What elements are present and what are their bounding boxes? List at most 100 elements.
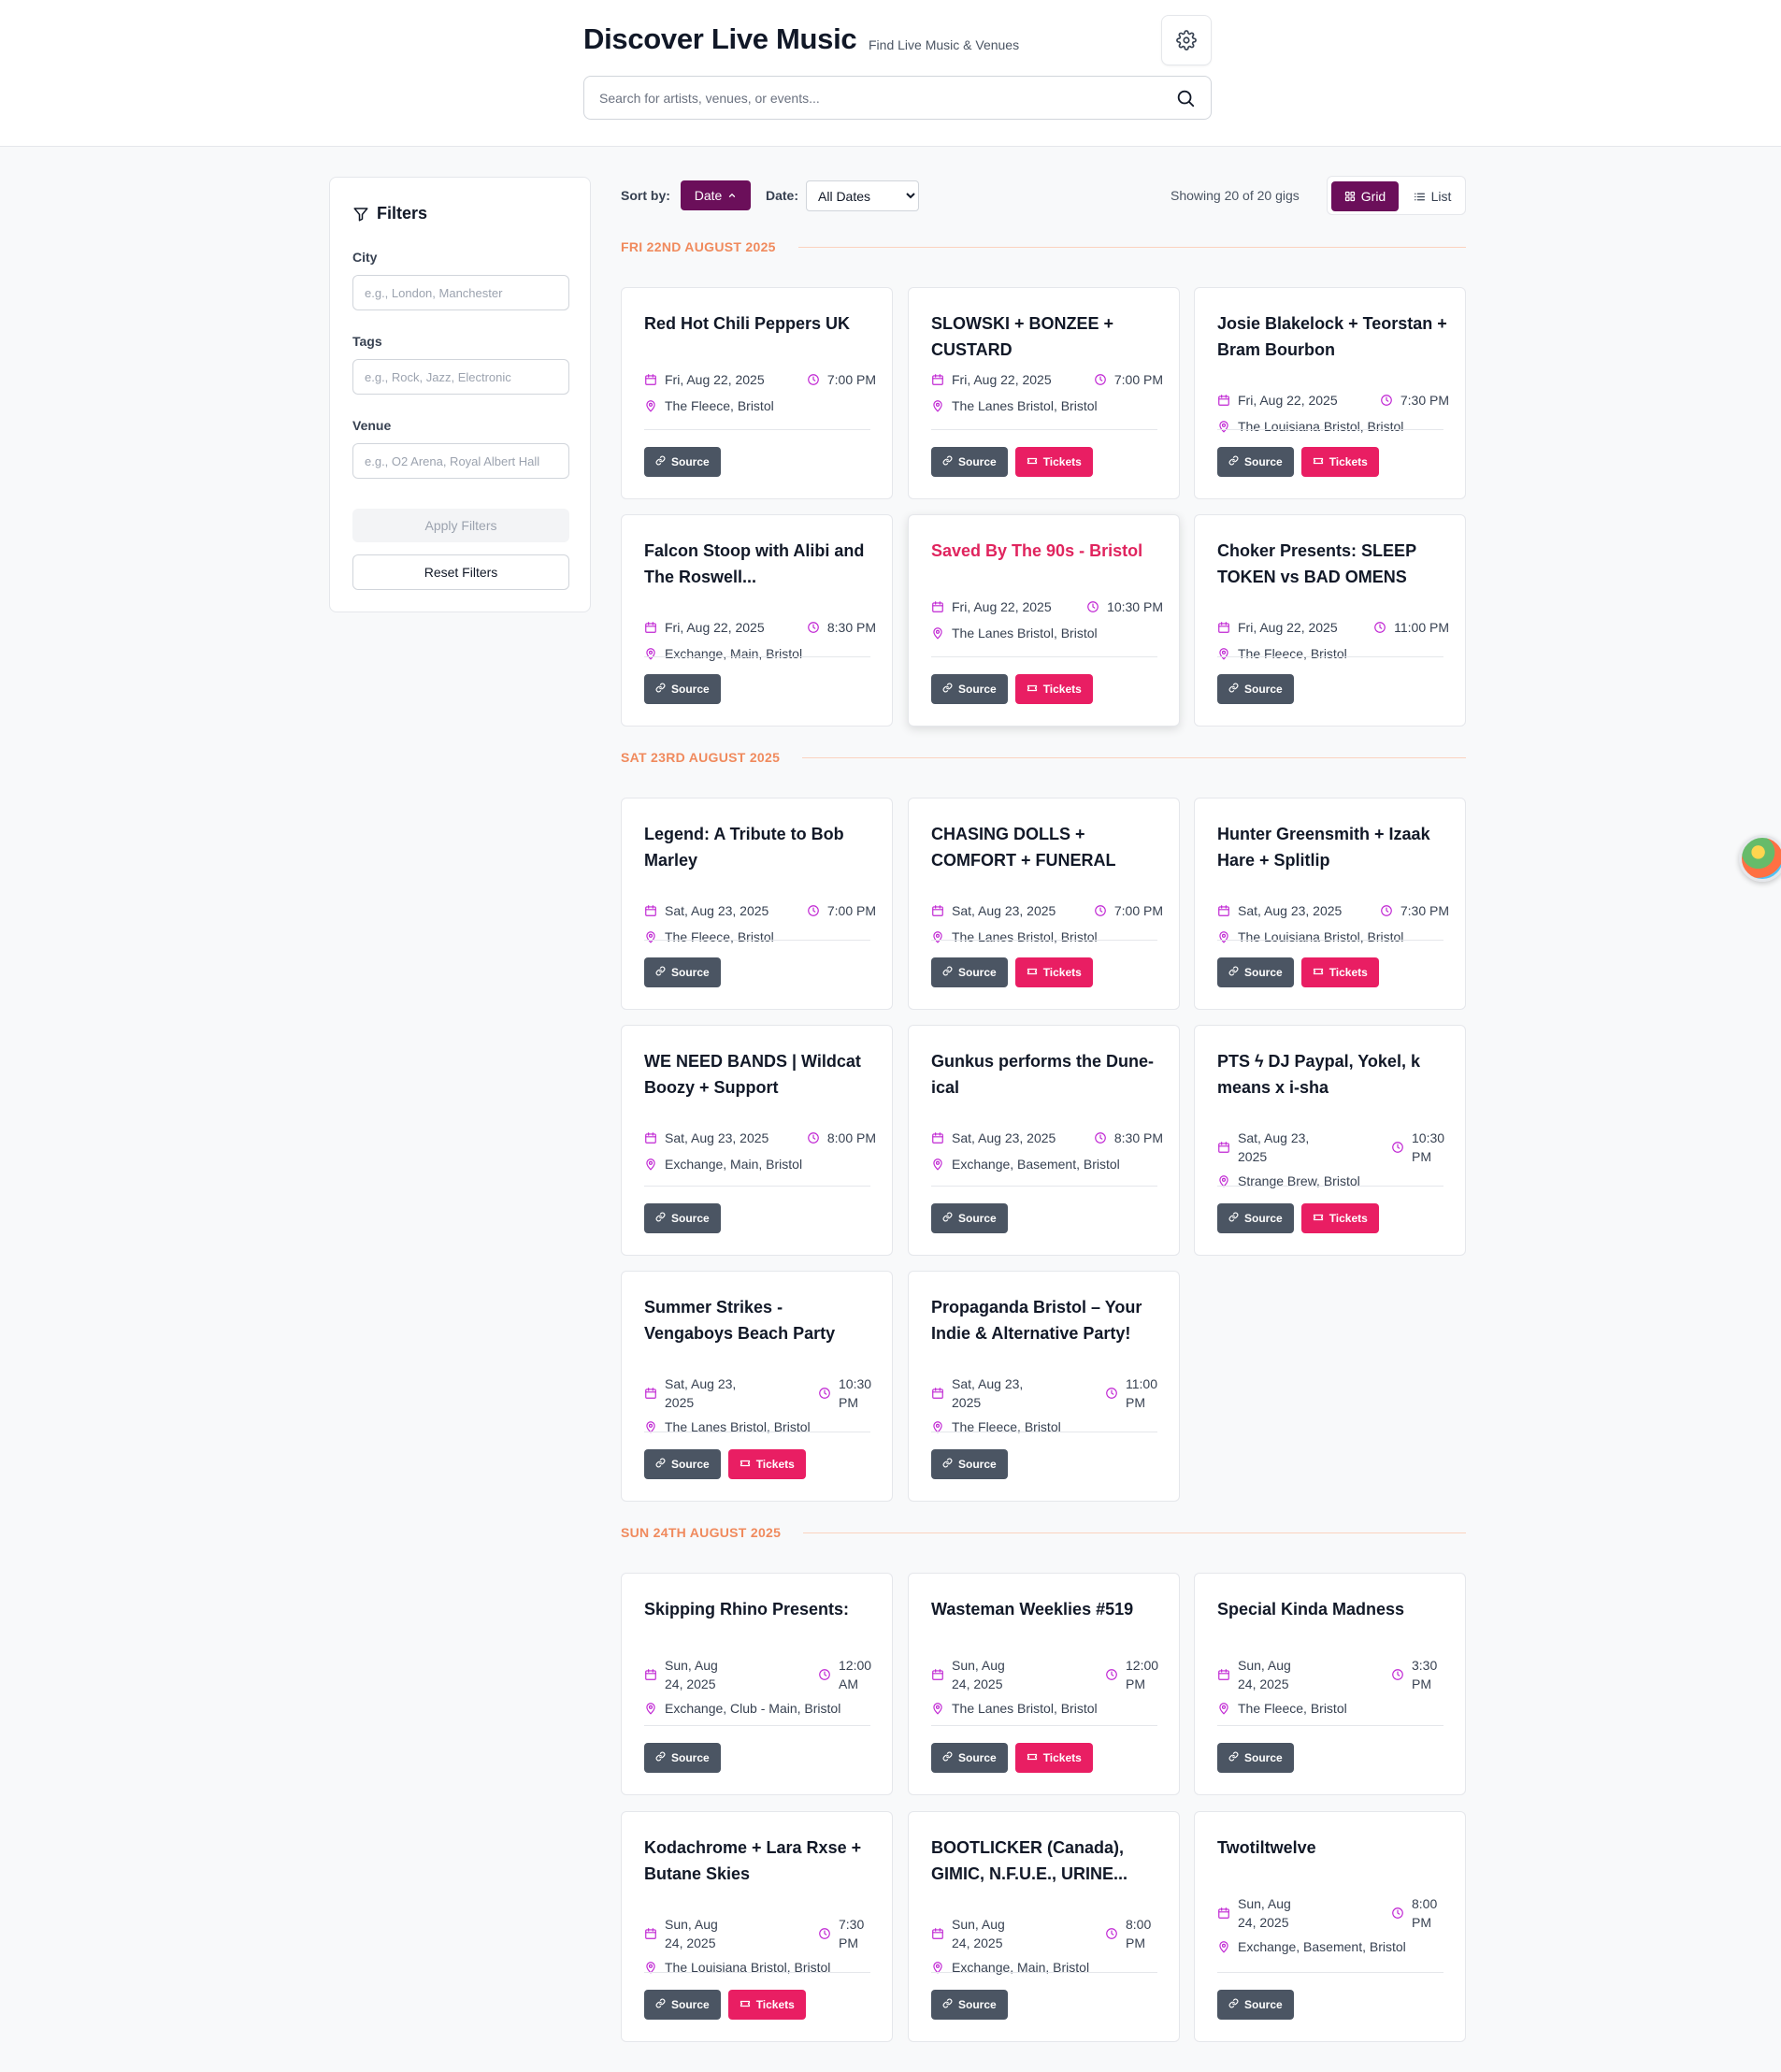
link-icon [942, 1751, 953, 1764]
venue-input[interactable] [352, 443, 569, 479]
gig-card[interactable]: BOOTLICKER (Canada), GIMIC, N.F.U.E., UR… [908, 1811, 1180, 2042]
apply-filters-button[interactable]: Apply Filters [352, 509, 569, 542]
search-input[interactable] [599, 77, 1160, 119]
gig-time: 10:30 PM [1412, 1130, 1445, 1164]
calendar-icon [1217, 1141, 1230, 1154]
gig-card[interactable]: Choker Presents: SLEEP TOKEN vs BAD OMEN… [1194, 514, 1466, 727]
calendar-icon [931, 1927, 944, 1940]
gig-title[interactable]: Special Kinda Madness [1217, 1596, 1449, 1622]
source-button[interactable]: Source [644, 957, 721, 987]
source-button[interactable]: Source [644, 1203, 721, 1233]
settings-button[interactable] [1161, 15, 1212, 65]
gig-card[interactable]: Kodachrome + Lara Rxse + Butane Skies Sun… [621, 1811, 893, 2042]
source-button[interactable]: Source [644, 1449, 721, 1479]
tickets-button[interactable]: Tickets [1014, 674, 1093, 704]
gig-title[interactable]: Red Hot Chili Peppers UK [644, 310, 876, 337]
source-button[interactable]: Source [1217, 674, 1294, 704]
source-button[interactable]: Source [931, 1449, 1008, 1479]
source-button[interactable]: Source [644, 674, 721, 704]
gig-title[interactable]: Wasteman Weeklies #519 [931, 1596, 1163, 1622]
gig-title[interactable]: Choker Presents: SLEEP TOKEN vs BAD OMEN… [1217, 538, 1449, 590]
source-button[interactable]: Source [931, 1743, 1008, 1773]
gig-title[interactable]: Hunter Greensmith + Izaak Hare + Splitli… [1217, 821, 1449, 873]
source-button[interactable]: Source [644, 447, 721, 477]
gig-title[interactable]: Twotiltwelve [1217, 1835, 1449, 1861]
source-button[interactable]: Source [931, 674, 1008, 704]
source-button[interactable]: Source [1217, 447, 1294, 477]
gig-title[interactable]: SLOWSKI + BONZEE + CUSTARD [931, 310, 1163, 363]
tickets-button[interactable]: Tickets [1300, 447, 1379, 477]
source-button[interactable]: Source [1217, 1743, 1294, 1773]
link-icon [655, 1212, 666, 1225]
gig-card[interactable]: Red Hot Chili Peppers UK Fri, Aug 22, 202… [621, 287, 893, 499]
gig-title[interactable]: PTS ϟ DJ Paypal, Yokel, k means x i-sha [1217, 1048, 1449, 1101]
card-actions: Source [1217, 1990, 1294, 2020]
gig-card[interactable]: Legend: A Tribute to Bob Marley Sat, Aug … [621, 798, 893, 1010]
source-button[interactable]: Source [1217, 957, 1294, 987]
gig-title[interactable]: BOOTLICKER (Canada), GIMIC, N.F.U.E., UR… [931, 1835, 1163, 1887]
gig-title[interactable]: Legend: A Tribute to Bob Marley [644, 821, 876, 873]
gig-venue: The Lanes Bristol, Bristol [952, 1701, 1098, 1716]
source-button[interactable]: Source [931, 447, 1008, 477]
gig-card[interactable]: Summer Strikes - Vengaboys Beach Party Sa… [621, 1271, 893, 1502]
tickets-button[interactable]: Tickets [1014, 447, 1093, 477]
gig-title[interactable]: Falcon Stoop with Alibi and The Roswell.… [644, 538, 876, 590]
tickets-button[interactable]: Tickets [1014, 957, 1093, 987]
link-icon [655, 683, 666, 696]
source-button[interactable]: Source [644, 1743, 721, 1773]
tickets-button[interactable]: Tickets [1300, 1203, 1379, 1233]
gig-title[interactable]: CHASING DOLLS + COMFORT + FUNERAL [931, 821, 1163, 873]
city-input[interactable] [352, 275, 569, 310]
source-button[interactable]: Source [931, 957, 1008, 987]
gig-datetime-row: Fri, Aug 22, 2025 7:00 PM [644, 370, 876, 389]
tickets-button[interactable]: Tickets [727, 1990, 806, 2020]
source-button[interactable]: Source [1217, 1203, 1294, 1233]
gig-title[interactable]: Propaganda Bristol – Your Indie & Altern… [931, 1294, 1163, 1346]
gig-title[interactable]: Saved By The 90s - Bristol [931, 538, 1163, 564]
gig-card[interactable]: Wasteman Weeklies #519 Sun, Aug 24, 2025 1… [908, 1573, 1180, 1795]
search-icon[interactable] [1175, 88, 1196, 108]
gig-date: Sun, Aug 24, 2025 [1238, 1896, 1291, 1930]
grid-view-button[interactable]: Grid [1331, 181, 1399, 211]
gig-venue-row: Exchange, Club - Main, Bristol [644, 1699, 876, 1718]
gig-card[interactable]: Propaganda Bristol – Your Indie & Altern… [908, 1271, 1180, 1502]
gig-card[interactable]: Twotiltwelve Sun, Aug 24, 2025 8:00 PM Exch… [1194, 1811, 1466, 2042]
gig-card[interactable]: Gunkus performs the Dune-ical Sat, Aug 23… [908, 1025, 1180, 1256]
gig-title[interactable]: Kodachrome + Lara Rxse + Butane Skies [644, 1835, 876, 1887]
source-button[interactable]: Source [931, 1990, 1008, 2020]
gig-card[interactable]: Josie Blakelock + Teorstan + Bram Bourbo… [1194, 287, 1466, 499]
date-filter-select[interactable]: All Dates [806, 180, 919, 211]
clock-icon [1391, 1141, 1404, 1154]
gig-card[interactable]: WE NEED BANDS | Wildcat Boozy + Support S… [621, 1025, 893, 1256]
gig-card[interactable]: PTS ϟ DJ Paypal, Yokel, k means x i-sha S… [1194, 1025, 1466, 1256]
gig-time: 8:30 PM [826, 620, 876, 635]
gig-title[interactable]: Josie Blakelock + Teorstan + Bram Bourbo… [1217, 310, 1449, 363]
gig-card[interactable]: Hunter Greensmith + Izaak Hare + Splitli… [1194, 798, 1466, 1010]
tickets-button[interactable]: Tickets [1300, 957, 1379, 987]
gig-card[interactable]: Skipping Rhino Presents: Sun, Aug 24, 202… [621, 1573, 893, 1795]
reset-filters-button[interactable]: Reset Filters [352, 554, 569, 590]
gig-venue: The Fleece, Bristol [952, 1419, 1061, 1434]
tickets-button[interactable]: Tickets [1014, 1743, 1093, 1773]
list-view-button[interactable]: List [1402, 181, 1462, 211]
gig-card[interactable]: Saved By The 90s - Bristol Fri, Aug 22, 2… [908, 514, 1180, 727]
source-button[interactable]: Source [1217, 1990, 1294, 2020]
gig-title[interactable]: WE NEED BANDS | Wildcat Boozy + Support [644, 1048, 876, 1101]
source-button[interactable]: Source [644, 1990, 721, 2020]
gig-card[interactable]: Special Kinda Madness Sun, Aug 24, 2025 3:… [1194, 1573, 1466, 1795]
gig-date: Sun, Aug 24, 2025 [1238, 1658, 1291, 1691]
sort-date-button[interactable]: Date [681, 180, 751, 210]
floating-assistant-avatar[interactable] [1739, 835, 1781, 882]
gig-time: 8:00 PM [1412, 1896, 1438, 1930]
gig-title[interactable]: Gunkus performs the Dune-ical [931, 1048, 1163, 1101]
gig-card[interactable]: Falcon Stoop with Alibi and The Roswell.… [621, 514, 893, 727]
tickets-button[interactable]: Tickets [727, 1449, 806, 1479]
tags-input[interactable] [352, 359, 569, 395]
gig-card[interactable]: SLOWSKI + BONZEE + CUSTARD Fri, Aug 22, 2… [908, 287, 1180, 499]
gig-title[interactable]: Summer Strikes - Vengaboys Beach Party [644, 1294, 876, 1346]
gig-card[interactable]: CHASING DOLLS + COMFORT + FUNERAL Sat, Au… [908, 798, 1180, 1010]
card-divider [1217, 1186, 1443, 1187]
gig-title[interactable]: Skipping Rhino Presents: [644, 1596, 876, 1622]
source-button[interactable]: Source [931, 1203, 1008, 1233]
gig-time: 7:00 PM [826, 903, 876, 918]
